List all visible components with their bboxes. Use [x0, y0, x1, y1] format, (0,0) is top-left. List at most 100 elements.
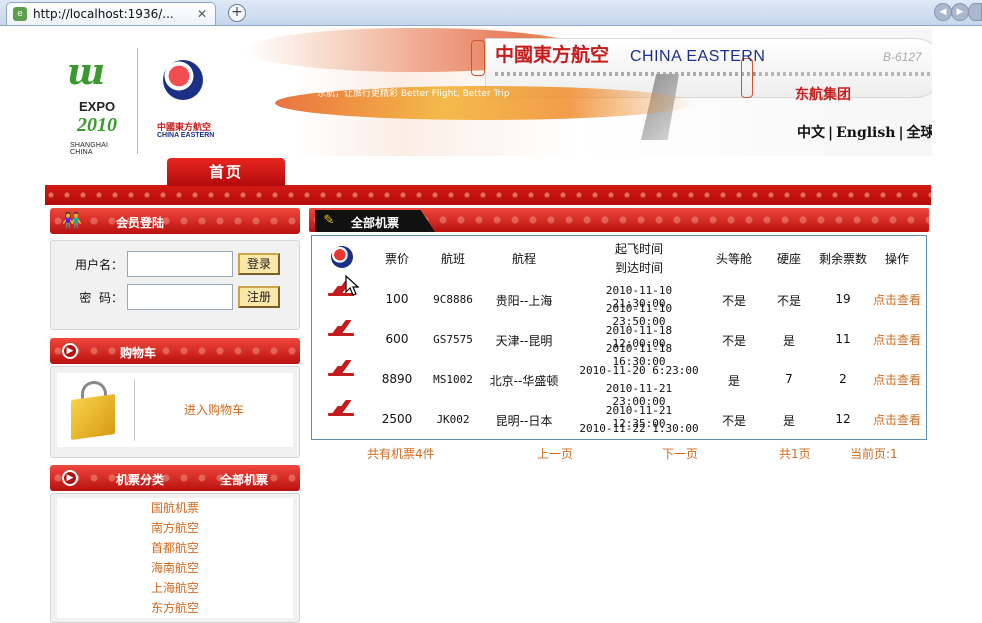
bag-body: [71, 393, 115, 441]
table-cell: MS1002: [433, 373, 473, 386]
table-cell: 600: [385, 332, 409, 346]
table-cell: 不是: [776, 294, 801, 308]
register-button[interactable]: 注册: [238, 286, 280, 308]
category-item[interactable]: 首都航空: [57, 538, 293, 558]
china-eastern-emblem-icon: [163, 60, 203, 100]
login-button[interactable]: 登录: [238, 253, 280, 275]
category-item[interactable]: 海南航空: [57, 558, 293, 578]
expo-logo: ɯ EXPO 2010 SHANGHAI CHINA: [67, 46, 127, 156]
header-arrive-time: 到达时间: [614, 261, 663, 275]
table-cell: 19: [835, 292, 851, 306]
table-cell: 是: [727, 374, 740, 388]
lang-global[interactable]: 全球站: [907, 125, 932, 141]
table-cell: 北京--华盛顿: [489, 374, 559, 388]
plane-windows: [753, 72, 932, 76]
pager-total-pages: 共1页: [779, 447, 811, 461]
new-tab-button[interactable]: +: [228, 4, 246, 22]
header-route: 航程: [511, 252, 536, 266]
lang-english[interactable]: English: [836, 125, 895, 141]
category-header: ▶ 机票分类 全部机票: [50, 465, 300, 491]
header-price: 票价: [384, 252, 409, 266]
username-row: 用户名： 登录: [69, 251, 280, 277]
group-link[interactable]: 东航集团: [795, 84, 851, 104]
close-tab-icon[interactable]: ✕: [195, 7, 209, 21]
table-cell: GS7575: [433, 333, 473, 346]
members-icon: 👫: [62, 211, 82, 230]
view-details-link[interactable]: 点击查看: [868, 331, 926, 348]
category-title: 机票分类: [116, 473, 165, 487]
login-panel: 用户名： 登录 密 码： 注册: [50, 240, 300, 330]
plane-livery-en: CHINA EASTERN: [630, 48, 766, 65]
password-label: 密 码：: [79, 290, 123, 305]
password-input[interactable]: [127, 284, 233, 310]
nav-home-tab[interactable]: 首页: [167, 158, 285, 186]
table-cell: 贵阳--上海: [495, 294, 553, 308]
airline-logo-icon: [328, 358, 354, 376]
view-details-link[interactable]: 点击查看: [868, 371, 926, 388]
china-eastern-logo: 中國東方航空 CHINA EASTERN: [157, 56, 215, 154]
forward-icon[interactable]: ▶: [951, 3, 969, 21]
airline-logo-icon: [328, 318, 354, 336]
nav-strip: [45, 185, 931, 205]
enter-cart-link[interactable]: 进入购物车: [135, 401, 293, 418]
airline-name-en: CHINA EASTERN: [157, 132, 215, 139]
login-title: 会员登陆: [116, 216, 165, 230]
header-depart-time: 起飞时间: [614, 242, 663, 256]
category-item[interactable]: 国航机票: [57, 498, 293, 518]
all-tickets-link[interactable]: 全部机票: [220, 471, 268, 488]
table-cell: 2010-11-22 1:30:00: [579, 422, 699, 435]
separator: |: [828, 125, 834, 141]
cart-inner: 进入购物车: [57, 373, 293, 447]
tickets-tab: ✎ 全部机票: [315, 210, 435, 232]
table-cell: 天津--昆明: [495, 334, 553, 348]
table-cell: 8890: [381, 372, 413, 386]
header-decoration: [50, 208, 300, 234]
table-cell: 不是: [721, 334, 746, 348]
plane-registration: B-6127: [883, 50, 922, 64]
category-item[interactable]: 东方航空: [57, 598, 293, 618]
category-item[interactable]: 上海航空: [57, 578, 293, 598]
table-cell: 不是: [721, 414, 746, 428]
table-cell: 2010-11-20 6:23:00: [579, 364, 699, 377]
next-page-link[interactable]: 下一页: [662, 445, 698, 462]
username-label: 用户名：: [74, 257, 123, 272]
view-details-link[interactable]: 点击查看: [868, 291, 926, 308]
username-input[interactable]: [127, 251, 233, 277]
view-details-link[interactable]: 点击查看: [868, 411, 926, 428]
language-bar: 中文|English|全球站: [797, 122, 932, 142]
pager-total: 共有机票4件: [367, 447, 435, 461]
category-item[interactable]: 南方航空: [57, 518, 293, 538]
table-cell: 11: [835, 332, 851, 346]
header-first-class: 头等舱: [715, 252, 752, 266]
header-remaining: 剩余票数: [818, 252, 867, 266]
cart-header: ▶ 购物车: [50, 338, 300, 364]
table-cell: 昆明--日本: [495, 414, 553, 428]
ticket-table: 票价 航班 航程 起飞时间 到达时间 头等舱 硬座 剩余票数 操作 100 9C…: [311, 235, 927, 440]
table-cell: 100: [385, 292, 409, 306]
expo-mark-icon: ɯ: [67, 51, 106, 93]
cart-title: 购物车: [120, 346, 157, 360]
browser-tab[interactable]: e http://localhost:1936/... ✕: [6, 2, 216, 25]
plane-livery-cn: 中國東方航空: [495, 44, 610, 66]
table-cell: 2: [839, 372, 847, 386]
expo-year: 2010: [77, 114, 117, 136]
browser-chrome: e http://localhost:1936/... ✕ + ◀ ▶: [0, 0, 982, 26]
menu-icon[interactable]: [968, 3, 982, 21]
slogan: 东航，让旅行更精彩 Better Flight, Better Trip: [317, 89, 510, 99]
table-cell: 2500: [381, 412, 413, 426]
header-flight: 航班: [440, 252, 465, 266]
table-cell: 是: [782, 334, 795, 348]
table-cell: 7: [785, 372, 793, 386]
header-hard-seat: 硬座: [776, 252, 801, 266]
lang-chinese[interactable]: 中文: [797, 125, 825, 141]
expo-word: EXPO: [79, 99, 116, 114]
cart-panel: 进入购物车: [50, 366, 300, 458]
prev-page-link[interactable]: 上一页: [537, 445, 573, 462]
table-cell: 不是: [721, 294, 746, 308]
plane-door: [471, 40, 485, 76]
airline-logo-icon: [331, 246, 353, 268]
plane-windows: [495, 72, 755, 76]
arrow-circle-icon: ▶: [62, 343, 78, 359]
pin-icon: ✎: [323, 213, 335, 228]
back-icon[interactable]: ◀: [934, 3, 952, 21]
